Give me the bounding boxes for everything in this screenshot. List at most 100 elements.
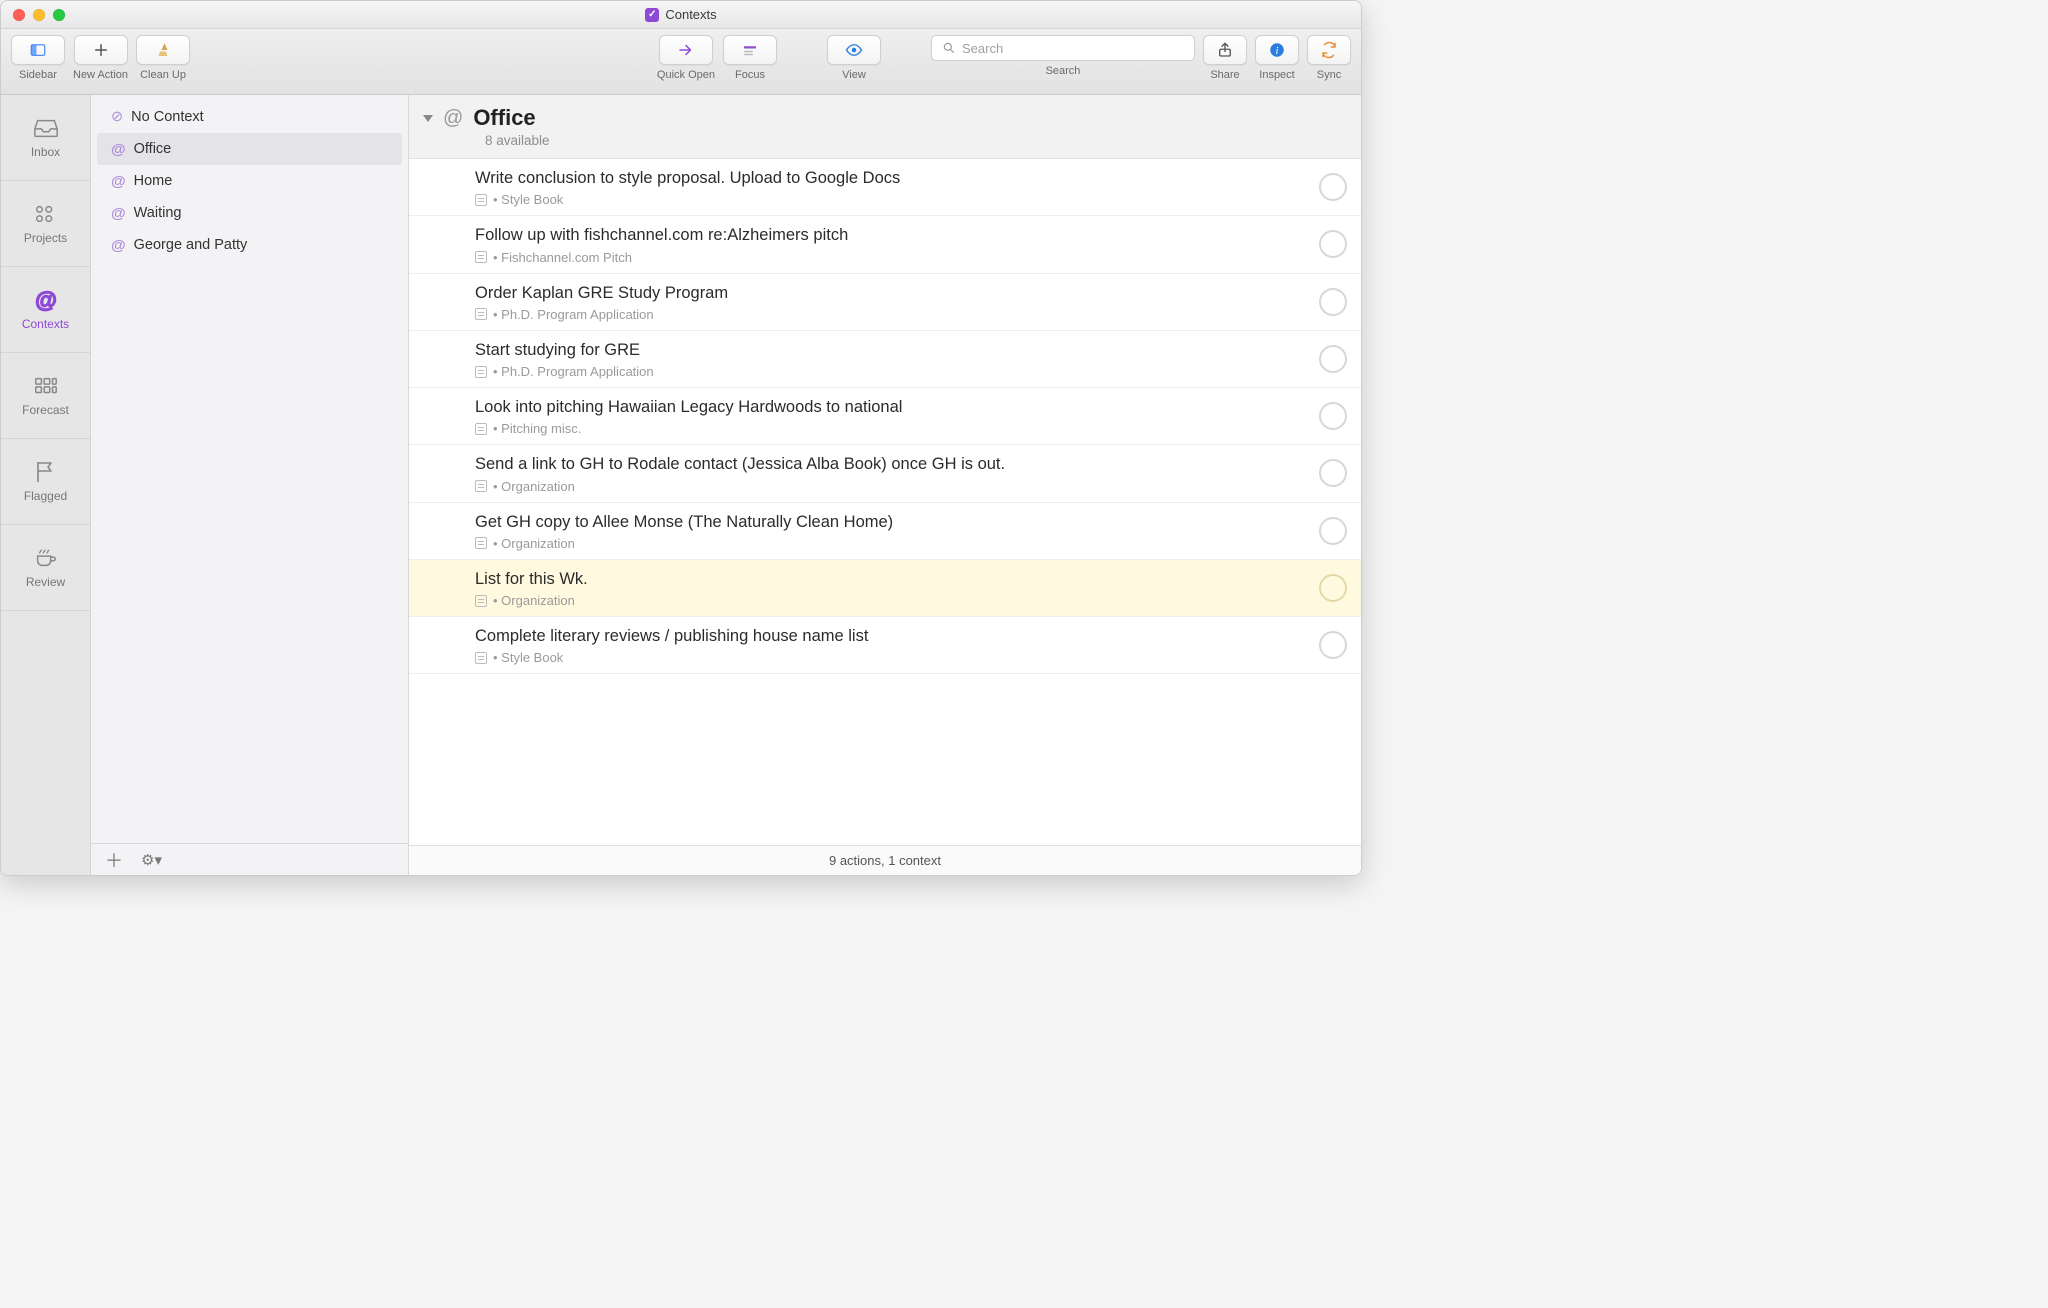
sidebar-toggle-button[interactable] — [11, 35, 65, 65]
sidebar-toggle-label: Sidebar — [19, 69, 57, 81]
focus-icon — [741, 41, 759, 59]
view-button[interactable] — [827, 35, 881, 65]
task-row[interactable]: Complete literary reviews / publishing h… — [409, 617, 1361, 674]
focus-button[interactable] — [723, 35, 777, 65]
task-complete-checkbox[interactable] — [1319, 230, 1347, 258]
perspective-rail: Inbox Projects @ Contexts Forecast — [1, 95, 91, 875]
projects-icon — [33, 203, 59, 225]
task-meta: • Ph.D. Program Application — [475, 307, 1307, 322]
task-project: • Organization — [493, 479, 575, 494]
task-complete-checkbox[interactable] — [1319, 517, 1347, 545]
task-title: Get GH copy to Allee Monse (The Naturall… — [475, 511, 1307, 533]
rail-inbox[interactable]: Inbox — [1, 95, 90, 181]
context-item-no-context[interactable]: ⊘No Context — [97, 101, 402, 133]
zoom-window-button[interactable] — [53, 9, 65, 21]
note-icon — [475, 652, 487, 664]
task-content: Look into pitching Hawaiian Legacy Hardw… — [475, 396, 1307, 436]
task-row[interactable]: Order Kaplan GRE Study Program• Ph.D. Pr… — [409, 274, 1361, 331]
task-title: Follow up with fishchannel.com re:Alzhei… — [475, 224, 1307, 246]
task-content: Order Kaplan GRE Study Program• Ph.D. Pr… — [475, 282, 1307, 322]
task-meta: • Style Book — [475, 192, 1307, 207]
coffee-icon — [33, 547, 59, 569]
share-icon — [1216, 41, 1234, 59]
rail-review[interactable]: Review — [1, 525, 90, 611]
share-button[interactable] — [1203, 35, 1247, 65]
new-action-button[interactable] — [74, 35, 128, 65]
context-item-home[interactable]: @Home — [97, 165, 402, 197]
context-item-label: Waiting — [134, 205, 182, 221]
task-list: Write conclusion to style proposal. Uplo… — [409, 159, 1361, 845]
task-project: • Ph.D. Program Application — [493, 307, 654, 322]
window-title-text: Contexts — [665, 7, 716, 22]
at-icon: @ — [111, 173, 126, 190]
search-input[interactable]: Search — [931, 35, 1195, 61]
note-icon — [475, 194, 487, 206]
eye-icon — [845, 41, 863, 59]
at-icon: @ — [111, 205, 126, 222]
rail-inbox-label: Inbox — [31, 145, 60, 159]
note-icon — [475, 251, 487, 263]
task-title: List for this Wk. — [475, 568, 1307, 590]
context-item-george-and-patty[interactable]: @George and Patty — [97, 229, 402, 261]
task-row[interactable]: Follow up with fishchannel.com re:Alzhei… — [409, 216, 1361, 273]
sidebar-settings-button[interactable]: ⚙︎▾ — [141, 851, 162, 869]
task-row[interactable]: List for this Wk. • Organization — [409, 560, 1361, 617]
sync-button[interactable] — [1307, 35, 1351, 65]
task-row[interactable]: Write conclusion to style proposal. Uplo… — [409, 159, 1361, 216]
task-row[interactable]: Start studying for GRE • Ph.D. Program Ap… — [409, 331, 1361, 388]
focus-label: Focus — [735, 69, 765, 81]
rail-forecast[interactable]: Forecast — [1, 353, 90, 439]
svg-text:@: @ — [35, 288, 57, 312]
task-project: • Style Book — [493, 192, 563, 207]
context-item-label: George and Patty — [134, 237, 248, 253]
task-complete-checkbox[interactable] — [1319, 574, 1347, 602]
note-icon — [475, 595, 487, 607]
task-complete-checkbox[interactable] — [1319, 173, 1347, 201]
rail-review-label: Review — [26, 575, 65, 589]
task-complete-checkbox[interactable] — [1319, 631, 1347, 659]
rail-flagged[interactable]: Flagged — [1, 439, 90, 525]
at-icon: @ — [111, 141, 126, 158]
task-title: Start studying for GRE — [475, 339, 1307, 361]
minimize-window-button[interactable] — [33, 9, 45, 21]
note-icon — [475, 423, 487, 435]
inspect-button[interactable]: i — [1255, 35, 1299, 65]
view-label: View — [842, 69, 866, 81]
context-list: ⊘No Context@Office@Home@Waiting@George a… — [91, 95, 408, 843]
context-item-office[interactable]: @ Office — [97, 133, 402, 165]
app-window: ✓ Contexts Sidebar New Action Clean Up — [0, 0, 1362, 876]
note-icon — [475, 537, 487, 549]
context-item-waiting[interactable]: @ Waiting — [97, 197, 402, 229]
task-row[interactable]: Get GH copy to Allee Monse (The Naturall… — [409, 503, 1361, 560]
task-project: • Organization — [493, 593, 575, 608]
context-item-label: Office — [134, 141, 172, 157]
toolbar: Sidebar New Action Clean Up Quick Open — [1, 29, 1361, 95]
sync-icon — [1320, 41, 1338, 59]
task-complete-checkbox[interactable] — [1319, 288, 1347, 316]
disclosure-triangle[interactable] — [423, 115, 433, 122]
task-title: Look into pitching Hawaiian Legacy Hardw… — [475, 396, 1307, 418]
svg-text:i: i — [1276, 46, 1279, 57]
window-title: ✓ Contexts — [1, 7, 1361, 22]
task-project: • Style Book — [493, 650, 563, 665]
close-window-button[interactable] — [13, 9, 25, 21]
quick-open-icon — [677, 41, 695, 59]
rail-projects[interactable]: Projects — [1, 181, 90, 267]
rail-contexts[interactable]: @ Contexts — [1, 267, 90, 353]
task-complete-checkbox[interactable] — [1319, 459, 1347, 487]
task-title: Send a link to GH to Rodale contact (Jes… — [475, 453, 1307, 475]
add-context-button[interactable]: ＋ — [105, 847, 123, 873]
header-title: Office — [473, 105, 535, 131]
task-row[interactable]: Look into pitching Hawaiian Legacy Hardw… — [409, 388, 1361, 445]
clean-up-button[interactable] — [136, 35, 190, 65]
search-placeholder: Search — [962, 41, 1003, 56]
sidebar-icon — [29, 41, 47, 59]
task-row[interactable]: Send a link to GH to Rodale contact (Jes… — [409, 445, 1361, 502]
flag-icon — [33, 461, 59, 483]
task-meta: • Ph.D. Program Application — [475, 364, 1307, 379]
task-project: • Pitching misc. — [493, 421, 581, 436]
sidebar-footer: ＋ ⚙︎▾ — [91, 843, 408, 875]
task-complete-checkbox[interactable] — [1319, 402, 1347, 430]
task-complete-checkbox[interactable] — [1319, 345, 1347, 373]
quick-open-button[interactable] — [659, 35, 713, 65]
